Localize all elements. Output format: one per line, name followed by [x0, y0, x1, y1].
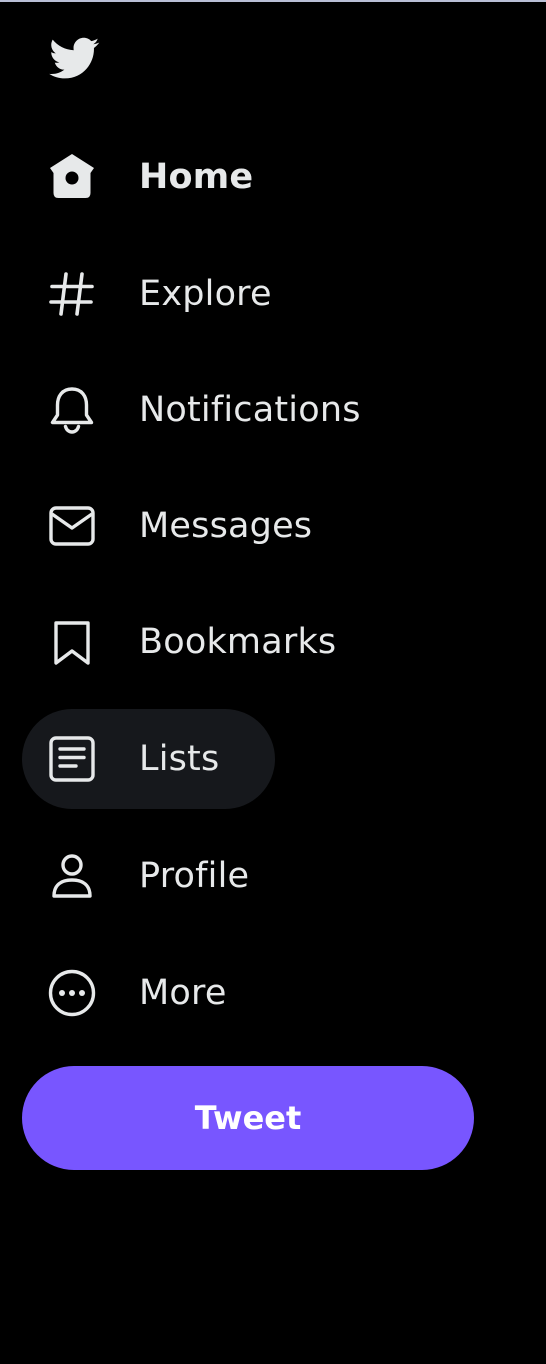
nav-label-bookmarks: Bookmarks — [139, 622, 337, 662]
bell-icon — [46, 384, 98, 436]
nav-item-notifications[interactable]: Notifications — [22, 360, 417, 460]
window-top-edge — [0, 0, 546, 2]
nav-item-home[interactable]: Home — [22, 127, 309, 227]
envelope-icon — [46, 500, 98, 552]
list-icon — [46, 733, 98, 785]
nav-label-explore: Explore — [139, 274, 272, 314]
nav-label-messages: Messages — [139, 506, 313, 546]
nav-label-more: More — [139, 973, 227, 1013]
nav-item-more[interactable]: More — [22, 943, 283, 1043]
nav-item-explore[interactable]: Explore — [22, 244, 328, 344]
nav-label-profile: Profile — [139, 856, 250, 896]
tweet-button[interactable]: Tweet — [22, 1066, 474, 1170]
twitter-logo-icon[interactable] — [46, 33, 104, 83]
hashtag-icon — [46, 268, 98, 320]
nav-label-lists: Lists — [139, 739, 220, 779]
twitter-bird-icon — [49, 37, 100, 79]
bookmark-icon — [46, 616, 98, 668]
nav-item-profile[interactable]: Profile — [22, 826, 305, 926]
nav-item-bookmarks[interactable]: Bookmarks — [22, 592, 392, 692]
more-circle-icon — [46, 967, 98, 1019]
nav-item-messages[interactable]: Messages — [22, 476, 368, 576]
nav-label-notifications: Notifications — [139, 390, 361, 430]
home-icon — [46, 151, 98, 203]
nav-label-home: Home — [139, 157, 254, 197]
person-icon — [46, 850, 98, 902]
nav-item-lists[interactable]: Lists — [22, 709, 276, 809]
